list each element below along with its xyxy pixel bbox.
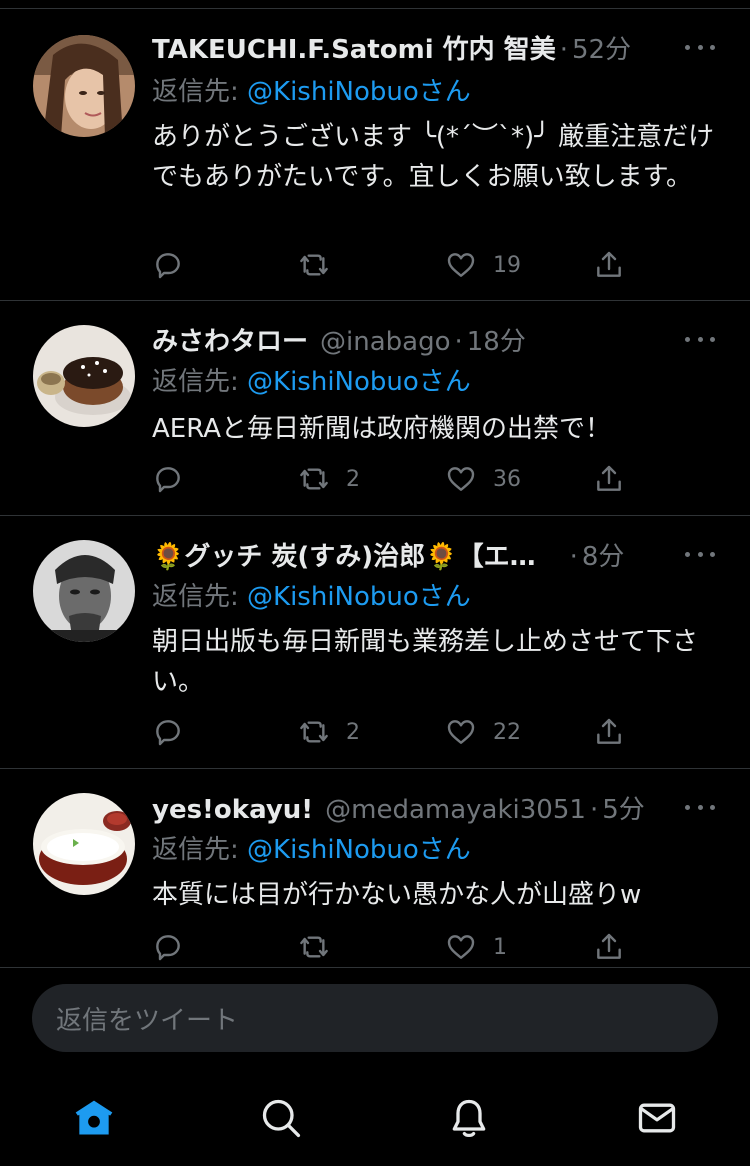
tweet-actions: 19	[152, 247, 632, 283]
separator-dot: ·	[559, 35, 569, 65]
reply-context: 返信先: @KishiNobuoさん	[152, 576, 471, 613]
reply-icon	[152, 716, 184, 748]
like-button[interactable]: 19	[445, 247, 521, 283]
share-icon	[593, 716, 625, 748]
tweet-header: yes!okayu! @medamayaki3051 · 5分	[152, 789, 720, 829]
share-icon	[593, 249, 625, 281]
retweet-button[interactable]: 2	[298, 461, 360, 497]
reply-icon	[152, 463, 184, 495]
timestamp[interactable]: 52分	[572, 29, 631, 66]
reply-prefix: 返信先:	[152, 77, 239, 107]
tweet[interactable]: 🌻グッチ 炭(すみ)治郎🌻【エ… · 8分 返信先: @KishiNobuoさん…	[0, 516, 750, 769]
share-icon	[593, 931, 625, 963]
reply-context: 返信先: @KishiNobuoさん	[152, 361, 471, 398]
timestamp[interactable]: 18分	[467, 321, 526, 358]
like-count: 22	[493, 719, 521, 745]
tweet[interactable]: yes!okayu! @medamayaki3051 · 5分 返信先: @Ki…	[0, 769, 750, 968]
avatar[interactable]	[33, 35, 135, 137]
share-icon	[593, 463, 625, 495]
retweet-icon	[298, 249, 330, 281]
retweet-icon	[298, 463, 330, 495]
reply-prefix: 返信先:	[152, 367, 239, 397]
retweet-icon	[298, 716, 330, 748]
tweet-text: 朝日出版も毎日新聞も業務差し止めさせて下さい。	[152, 627, 699, 697]
reply-button[interactable]	[152, 461, 200, 497]
mail-icon[interactable]	[635, 1096, 679, 1140]
share-button[interactable]	[593, 929, 625, 965]
retweet-button[interactable]: 2	[298, 714, 360, 750]
reply-context: 返信先: @KishiNobuoさん	[152, 829, 471, 866]
home-icon[interactable]	[72, 1096, 116, 1140]
search-icon[interactable]	[259, 1096, 303, 1140]
composer-placeholder: 返信をツイート	[56, 1005, 239, 1036]
mention-link[interactable]: @KishiNobuoさん	[247, 835, 471, 865]
reply-composer-input[interactable]: 返信をツイート	[32, 984, 718, 1052]
mention-link[interactable]: @KishiNobuoさん	[247, 582, 471, 612]
retweet-button[interactable]	[298, 247, 346, 283]
retweet-icon	[298, 931, 330, 963]
mention-link[interactable]: @KishiNobuoさん	[247, 77, 471, 107]
heart-icon	[445, 931, 477, 963]
like-button[interactable]: 36	[445, 461, 521, 497]
like-button[interactable]: 1	[445, 929, 507, 965]
more-options-icon[interactable]	[685, 37, 715, 57]
reply-prefix: 返信先:	[152, 582, 239, 612]
like-count: 19	[493, 252, 521, 278]
display-name[interactable]: TAKEUCHI.F.Satomi 竹内 智美	[152, 29, 556, 66]
tweet-actions: 1	[152, 929, 632, 965]
like-count: 1	[493, 934, 507, 960]
tweet-header: TAKEUCHI.F.Satomi 竹内 智美 · 52分	[152, 29, 720, 69]
display-name[interactable]: yes!okayu!	[152, 795, 313, 825]
tweet[interactable]: TAKEUCHI.F.Satomi 竹内 智美 · 52分 返信先: @Kish…	[0, 8, 750, 301]
tweet-text: 本質には目が行かない愚かな人が山盛りw	[152, 880, 642, 910]
avatar[interactable]	[33, 540, 135, 642]
share-button[interactable]	[593, 247, 625, 283]
user-handle[interactable]: @medamayaki3051	[325, 795, 586, 825]
reply-prefix: 返信先:	[152, 835, 239, 865]
tweet-header: 🌻グッチ 炭(すみ)治郎🌻【エ… · 8分	[152, 536, 720, 576]
heart-icon	[445, 463, 477, 495]
reply-button[interactable]	[152, 929, 200, 965]
heart-icon	[445, 716, 477, 748]
tweet-text: ありがとうございます ╰(*´︶`*)╯ 厳重注意だけでもありがたいです。宜しく…	[152, 122, 715, 192]
separator-dot: ·	[589, 795, 599, 825]
more-options-icon[interactable]	[685, 797, 715, 817]
display-name[interactable]: 🌻グッチ 炭(すみ)治郎🌻【エ…	[152, 536, 536, 573]
heart-icon	[445, 249, 477, 281]
separator-dot: ·	[454, 327, 463, 357]
bottom-tab-bar	[0, 1080, 750, 1166]
tweet-actions: 2 36	[152, 461, 632, 497]
retweet-count: 2	[346, 719, 360, 745]
like-count: 36	[493, 466, 521, 492]
more-options-icon[interactable]	[685, 544, 715, 564]
reply-context: 返信先: @KishiNobuoさん	[152, 71, 471, 108]
avatar[interactable]	[33, 325, 135, 427]
reply-icon	[152, 249, 184, 281]
retweet-count: 2	[346, 466, 360, 492]
retweet-button[interactable]	[298, 929, 346, 965]
tweet-text: AERAと毎日新聞は政府機関の出禁で！	[152, 414, 612, 444]
like-button[interactable]: 22	[445, 714, 521, 750]
separator-dot: ·	[569, 542, 578, 572]
more-options-icon[interactable]	[685, 329, 715, 349]
tweet-actions: 2 22	[152, 714, 632, 750]
bell-icon[interactable]	[447, 1096, 491, 1140]
tweet[interactable]: みさわタロー @inabago · 18分 返信先: @KishiNobuoさん…	[0, 301, 750, 516]
reply-icon	[152, 931, 184, 963]
reply-button[interactable]	[152, 714, 200, 750]
tweet-header: みさわタロー @inabago · 18分	[152, 321, 720, 361]
display-name[interactable]: みさわタロー	[152, 321, 308, 358]
timestamp[interactable]: 5分	[602, 789, 645, 826]
avatar[interactable]	[33, 793, 135, 895]
share-button[interactable]	[593, 714, 625, 750]
share-button[interactable]	[593, 461, 625, 497]
mention-link[interactable]: @KishiNobuoさん	[247, 367, 471, 397]
timestamp[interactable]: 8分	[582, 536, 625, 573]
reply-button[interactable]	[152, 247, 200, 283]
user-handle[interactable]: @inabago	[320, 327, 450, 357]
